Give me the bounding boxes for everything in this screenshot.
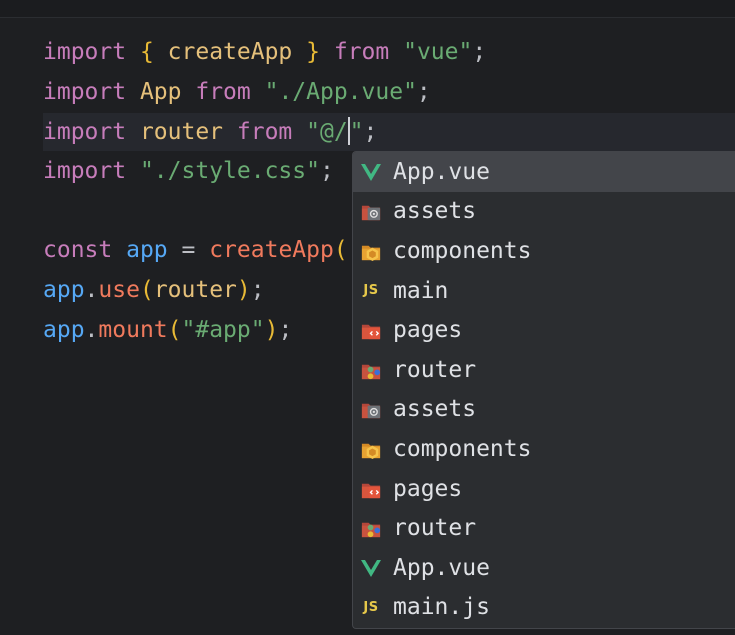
code-token: ) (236, 277, 251, 303)
code-line[interactable]: import { createApp } from "vue"; (43, 33, 486, 71)
code-token: router (153, 277, 237, 303)
code-token: ; (278, 317, 293, 343)
vue-icon (359, 556, 383, 580)
completion-item-label: main (393, 277, 449, 304)
code-token: ; (319, 158, 334, 184)
completion-item-label: router (393, 356, 477, 383)
completion-item-label: components (393, 237, 532, 264)
code-token: const (43, 237, 113, 263)
completion-item-label: App.vue (393, 158, 490, 185)
completion-item[interactable]: pages (353, 469, 735, 509)
code-token: createApp (209, 237, 334, 263)
js-icon-text: JS (363, 599, 379, 615)
code-token: "./App.vue" (264, 79, 417, 105)
completion-item[interactable]: assets (353, 192, 735, 232)
code-token: = (167, 237, 210, 263)
code-token: createApp (153, 39, 307, 65)
completion-item-label: router (393, 515, 477, 542)
folder-router-icon (359, 358, 383, 382)
code-token: ; (363, 119, 378, 145)
folder-pages-icon (359, 318, 383, 342)
code-token: ( (333, 237, 348, 263)
completion-item[interactable]: JS main.js (353, 588, 735, 628)
completion-popup: App.vue assets components JS main pages router… (352, 151, 735, 629)
js-icon-text: JS (363, 283, 379, 299)
code-token: import (43, 39, 127, 65)
completion-item[interactable]: pages (353, 310, 735, 350)
completion-item[interactable]: components (353, 231, 735, 271)
code-token: ( (139, 277, 154, 303)
code-token: ; (472, 39, 487, 65)
code-token: from (236, 119, 293, 145)
completion-item-label: components (393, 435, 532, 462)
completion-item-label: main.js (393, 594, 490, 621)
code-token: ) (264, 317, 279, 343)
code-line[interactable]: const app = createApp( (43, 231, 348, 269)
completion-item[interactable]: App.vue (353, 548, 735, 588)
code-line-current[interactable]: import router from "@/"; (43, 113, 735, 151)
code-line[interactable]: app.use(router); (43, 271, 265, 309)
code-token: from (195, 79, 251, 105)
code-token: import (43, 79, 127, 105)
completion-item-label: assets (393, 396, 477, 423)
code-token: app (43, 277, 85, 303)
code-line[interactable]: import "./style.css"; (43, 152, 334, 190)
code-token: } (306, 39, 320, 65)
code-line[interactable]: app.mount("#app"); (43, 311, 292, 349)
completion-item[interactable]: router (353, 508, 735, 548)
editor-tab-bar (0, 0, 735, 18)
code-token: from (320, 39, 404, 65)
code-token: "vue" (403, 39, 473, 65)
completion-item[interactable]: assets (353, 390, 735, 430)
code-token: { (139, 39, 154, 65)
completion-item[interactable]: router (353, 350, 735, 390)
code-token: " (349, 119, 364, 145)
js-icon: JS (359, 595, 383, 619)
code-token: "./style.css" (139, 158, 320, 184)
code-token: "#app" (181, 317, 265, 343)
code-token: "@/ (306, 119, 348, 145)
code-token: ; (250, 277, 265, 303)
code-line[interactable]: import App from "./App.vue"; (43, 73, 431, 111)
code-token: ( (167, 317, 182, 343)
completion-item-label: pages (393, 475, 463, 502)
vue-icon (359, 160, 383, 184)
code-token: ; (416, 79, 431, 105)
folder-components-icon (359, 437, 383, 461)
folder-router-icon (359, 516, 383, 540)
code-token: . (84, 277, 99, 303)
code-token: App (126, 79, 196, 105)
completion-item[interactable]: App.vue (353, 152, 735, 192)
js-icon: JS (359, 279, 383, 303)
completion-item-label: pages (393, 317, 463, 344)
code-token: router (126, 119, 237, 145)
code-token: app (43, 317, 85, 343)
folder-components-icon (359, 239, 383, 263)
completion-item-label: assets (393, 198, 477, 225)
folder-assets-icon (359, 199, 383, 223)
folder-pages-icon (359, 477, 383, 501)
code-token: import (43, 158, 127, 184)
completion-item[interactable]: JS main (353, 271, 735, 311)
code-token: use (98, 277, 140, 303)
code-token: . (84, 317, 99, 343)
completion-item[interactable]: components (353, 429, 735, 469)
code-token: mount (98, 317, 168, 343)
folder-assets-icon (359, 397, 383, 421)
completion-item-label: App.vue (393, 554, 490, 581)
code-token: app (126, 237, 168, 263)
code-token: import (43, 119, 127, 145)
